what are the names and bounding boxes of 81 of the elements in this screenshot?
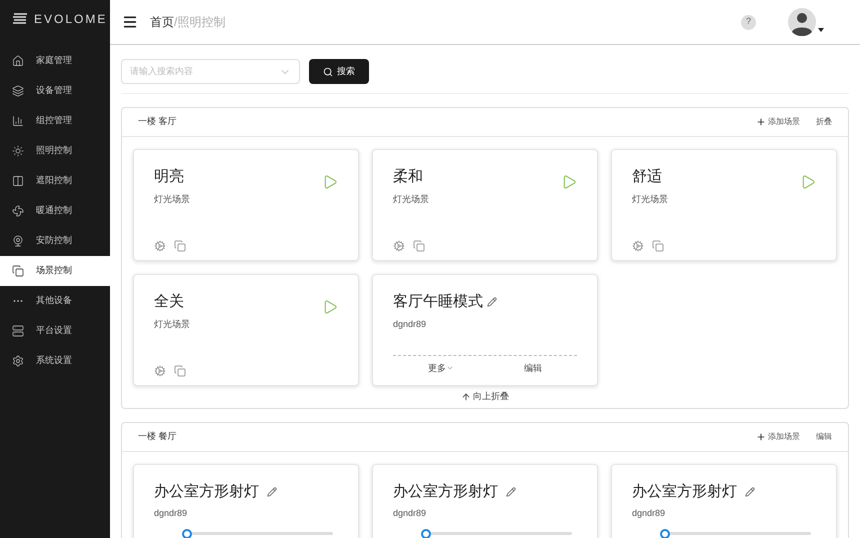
light-subtitle: dgndr89 bbox=[393, 507, 428, 520]
scene-title: 柔和 bbox=[393, 167, 424, 187]
group-action-button[interactable]: 折叠 bbox=[816, 116, 832, 128]
sidebar-item[interactable]: 暖通控制 bbox=[0, 196, 110, 226]
sidebar-item[interactable]: 遮阳控制 bbox=[0, 166, 110, 196]
scene-title: 明亮 bbox=[154, 167, 185, 187]
settings-icon[interactable] bbox=[154, 240, 166, 252]
home-icon bbox=[12, 55, 24, 67]
add-scene-button[interactable]: 添加场景 bbox=[756, 430, 800, 442]
sidebar-item[interactable]: 组控管理 bbox=[0, 106, 110, 136]
copy-icon[interactable] bbox=[174, 240, 186, 252]
scene-title: 全关 bbox=[154, 292, 185, 312]
sidebar-item[interactable]: 安防控制 bbox=[0, 226, 110, 256]
breadcrumb-separator: / bbox=[174, 14, 178, 31]
pencil-icon[interactable] bbox=[267, 486, 277, 497]
collapse-button[interactable]: 向上折叠 bbox=[461, 390, 509, 404]
scene-title: 舒适 bbox=[632, 167, 663, 187]
sidebar-item[interactable]: 家庭管理 bbox=[0, 46, 110, 76]
server-icon bbox=[12, 325, 24, 337]
slider-thumb[interactable] bbox=[182, 528, 192, 538]
play-icon[interactable] bbox=[322, 174, 338, 190]
copy-icon[interactable] bbox=[174, 365, 186, 377]
light-title: 办公室方形射灯 bbox=[632, 482, 737, 502]
arrow-up-icon bbox=[461, 392, 471, 402]
sidebar-item[interactable]: 系统设置 bbox=[0, 346, 110, 376]
more-button[interactable]: 更多 bbox=[428, 362, 454, 375]
breadcrumb-current: 照明控制 bbox=[177, 14, 226, 31]
caret-icon[interactable] bbox=[818, 28, 824, 32]
edit-button[interactable]: 编辑 bbox=[524, 362, 542, 375]
search-button[interactable]: 搜索 bbox=[309, 59, 369, 84]
plus-icon bbox=[756, 432, 766, 442]
copy-icon bbox=[12, 265, 24, 277]
settings-icon[interactable] bbox=[154, 365, 166, 377]
sidebar-item[interactable]: 平台设置 bbox=[0, 316, 110, 346]
pencil-icon[interactable] bbox=[487, 297, 497, 308]
light-title: 办公室方形射灯 bbox=[393, 482, 498, 502]
scene-subtitle: 灯光场景 bbox=[393, 192, 429, 206]
scene-subtitle: 灯光场景 bbox=[632, 192, 668, 206]
group-title: 一楼 客厅 bbox=[138, 115, 177, 128]
add-scene-button[interactable]: 添加场景 bbox=[756, 116, 800, 128]
pencil-icon[interactable] bbox=[506, 486, 516, 497]
layers-icon bbox=[12, 85, 24, 97]
light-subtitle: dgndr89 bbox=[632, 507, 666, 520]
sidebar-item[interactable]: 场景控制 bbox=[0, 256, 110, 286]
scene-subtitle: dgndr89 bbox=[393, 318, 428, 331]
fan-icon bbox=[12, 205, 24, 217]
play-icon[interactable] bbox=[800, 174, 816, 190]
group-title: 一楼 餐厅 bbox=[138, 430, 177, 443]
logo-text: EVOLOME bbox=[34, 11, 108, 28]
logo-icon bbox=[12, 12, 28, 26]
slider-thumb[interactable] bbox=[421, 528, 431, 538]
play-icon[interactable] bbox=[561, 174, 577, 190]
scene-subtitle: 灯光场景 bbox=[154, 318, 190, 330]
search-field[interactable]: 请输入搜索内容 bbox=[121, 59, 300, 84]
copy-icon[interactable] bbox=[652, 240, 664, 252]
play-icon[interactable] bbox=[322, 299, 338, 315]
settings-icon[interactable] bbox=[632, 240, 644, 252]
pencil-icon[interactable] bbox=[745, 486, 755, 497]
search-input[interactable]: 请输入搜索内容 bbox=[130, 64, 279, 78]
sidebar-item[interactable]: 照明控制 bbox=[0, 136, 110, 166]
settings-icon bbox=[12, 355, 24, 367]
slider-thumb[interactable] bbox=[660, 528, 670, 538]
plus-icon bbox=[756, 117, 766, 127]
copy-icon[interactable] bbox=[413, 240, 425, 252]
sun-icon bbox=[12, 145, 24, 157]
search-icon bbox=[323, 66, 333, 76]
help-button[interactable]: ? bbox=[741, 14, 756, 30]
scene-subtitle: 灯光场景 bbox=[154, 192, 190, 206]
sidebar-item[interactable]: 设备管理 bbox=[0, 76, 110, 106]
avatar-icon[interactable] bbox=[788, 8, 816, 36]
light-subtitle: dgndr89 bbox=[154, 507, 188, 520]
settings-icon[interactable] bbox=[393, 240, 405, 252]
webcam-icon bbox=[12, 235, 24, 247]
group-action-button[interactable]: 编辑 bbox=[816, 430, 832, 442]
menu-icon[interactable] bbox=[122, 14, 138, 30]
breadcrumb-link[interactable]: 首页 bbox=[150, 13, 174, 31]
columns-icon bbox=[12, 175, 24, 187]
chart-icon bbox=[12, 115, 24, 127]
scene-title: 客厅午睡模式 bbox=[393, 292, 483, 312]
light-title: 办公室方形射灯 bbox=[154, 482, 259, 502]
sidebar-item[interactable]: 其他设备 bbox=[0, 286, 110, 316]
